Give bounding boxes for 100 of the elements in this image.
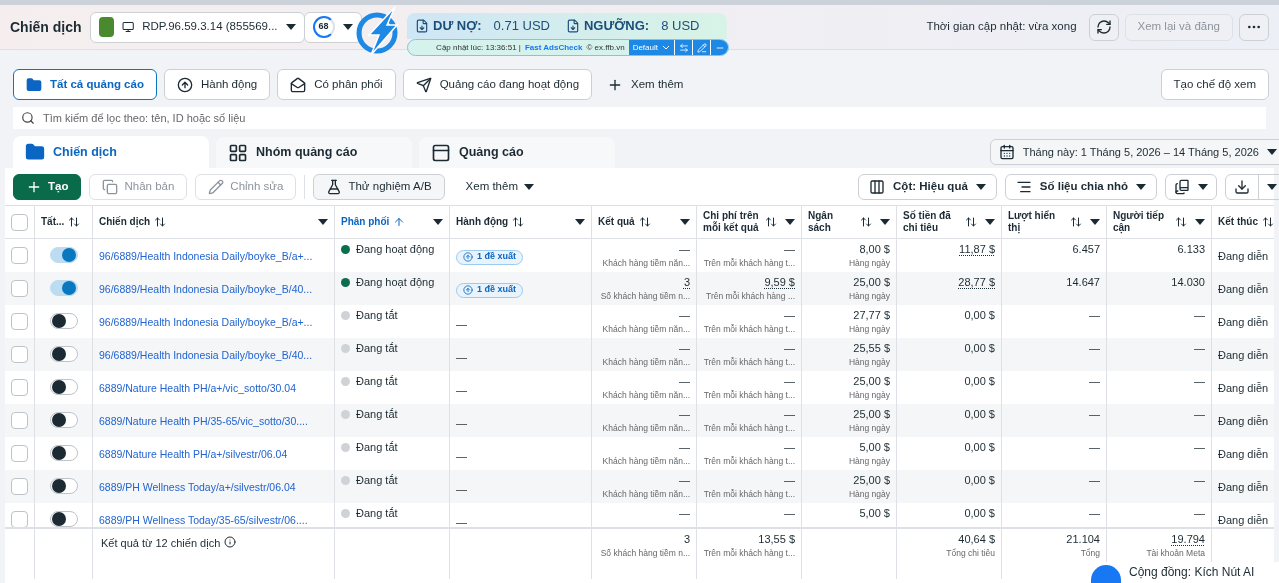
- export-button[interactable]: [1225, 173, 1279, 200]
- total-value[interactable]: 19.794: [1171, 533, 1205, 546]
- table-cell[interactable]: 9,59 $: [764, 276, 795, 289]
- delivery-status: Đang tắt: [356, 474, 398, 487]
- campaign-link[interactable]: 6889/PH Wellness Today/35-65/silvestr/06....: [99, 514, 308, 526]
- cell-caption: Hàng ngày: [848, 291, 890, 302]
- date-range-picker[interactable]: Tháng này: 1 Tháng 5, 2026 – 14 Tháng 5, 2026: [989, 139, 1279, 165]
- table-cell: —: [784, 474, 795, 487]
- cell-caption: Khách hàng tiềm năn...: [602, 390, 690, 401]
- filter-tab[interactable]: Hành động: [163, 69, 271, 100]
- refresh-button[interactable]: [1088, 13, 1119, 41]
- column-header[interactable]: Chi phí trên mỗi kết quả: [703, 210, 761, 234]
- toggle-switch[interactable]: [49, 379, 78, 395]
- column-header[interactable]: Kết quả: [598, 216, 635, 228]
- table-cell: —: [784, 408, 795, 421]
- column-header[interactable]: Hành động: [456, 216, 509, 228]
- campaign-link[interactable]: 6889/PH Wellness Today/a+/silvestr/06.04: [99, 481, 296, 493]
- campaign-link[interactable]: 96/6889/Health Indonesia Daily/boyke_B/a+...: [99, 316, 313, 328]
- search-input[interactable]: Tìm kiếm để lọc theo: tên, ID hoặc số liệu: [43, 109, 1258, 127]
- column-header[interactable]: Người tiếp cận: [1113, 210, 1171, 234]
- table-cell: —: [784, 243, 795, 256]
- edit-button[interactable]: [692, 40, 710, 55]
- toggle-switch[interactable]: [49, 511, 78, 527]
- account-selector[interactable]: RDP.96.59.3.14 (855569...: [89, 11, 305, 43]
- more-button[interactable]: Xem thêm: [452, 173, 547, 200]
- toggle-switch[interactable]: [49, 313, 78, 329]
- column-header[interactable]: Ngân sách: [808, 210, 856, 234]
- toggle-switch[interactable]: [49, 247, 78, 263]
- table-cell: —: [679, 309, 690, 322]
- pencil-icon: [208, 178, 225, 195]
- column-header[interactable]: Chiến dịch: [99, 216, 151, 228]
- row-checkbox[interactable]: [11, 313, 28, 330]
- caret-icon: [785, 218, 795, 226]
- create-button[interactable]: Tạo: [13, 173, 82, 200]
- campaign-link[interactable]: 6889/Nature Health PH/35-65/vic_sotto/30....: [99, 415, 308, 427]
- table-cell[interactable]: 28,77 $: [958, 276, 995, 289]
- filter-more-button[interactable]: Xem thêm: [599, 69, 692, 100]
- toggle-switch[interactable]: [49, 346, 78, 362]
- row-checkbox[interactable]: [11, 247, 28, 264]
- table-cell: —: [679, 408, 690, 421]
- row-checkbox[interactable]: [11, 379, 28, 396]
- column-header[interactable]: Kết thúc: [1218, 216, 1258, 228]
- toggle-switch[interactable]: [49, 445, 78, 461]
- cell-caption: Trên mỗi khách hàng t...: [703, 390, 795, 401]
- campaign-link[interactable]: 6889/Nature Health PH/a+/silvestr/06.04: [99, 448, 288, 460]
- row-checkbox[interactable]: [11, 445, 28, 462]
- campaign-link[interactable]: 6889/Nature Health PH/a+/vic_sotto/30.04: [99, 382, 296, 394]
- minimize-button[interactable]: [710, 40, 728, 55]
- table-cell: Đang diễn: [1218, 349, 1269, 361]
- table-cell: —: [1194, 507, 1205, 520]
- folder-icon: [26, 76, 42, 93]
- column-header[interactable]: Tất...: [41, 216, 65, 228]
- file-icon: [565, 19, 580, 33]
- recommendation-badge[interactable]: 1 đề xuất: [456, 282, 523, 298]
- breakdown-button[interactable]: Số liệu chia nhỏ: [1004, 173, 1157, 200]
- row-checkbox[interactable]: [11, 280, 28, 297]
- level-tab[interactable]: Nhóm quảng cáo: [216, 137, 412, 168]
- row-checkbox[interactable]: [11, 511, 28, 527]
- search-field[interactable]: Tìm kiếm để lọc theo: tên, ID hoặc số liệu: [13, 107, 1266, 129]
- campaign-link[interactable]: 96/6889/Health Indonesia Daily/boyke_B/a+...: [99, 250, 313, 262]
- row-checkbox[interactable]: [11, 478, 28, 495]
- table-cell[interactable]: 11,87 $: [959, 243, 995, 256]
- community-label: Cộng đồng: Kích Nút AI: [1129, 565, 1255, 580]
- filter-tab[interactable]: Có phân phối: [277, 69, 396, 100]
- column-header[interactable]: Phân phối: [341, 216, 390, 228]
- toggle-switch[interactable]: [49, 478, 78, 494]
- create-view-button[interactable]: Tạo chế độ xem: [1160, 69, 1269, 100]
- row-checkbox[interactable]: [11, 412, 28, 429]
- level-tab[interactable]: Chiến dịch: [13, 136, 209, 168]
- arrow-up-circle-icon: [176, 76, 193, 93]
- preset-select[interactable]: Default: [628, 40, 674, 55]
- updated-time: Cập nhật lúc: 13:36:51 |: [436, 41, 521, 54]
- level-tab[interactable]: Quảng cáo: [419, 137, 615, 168]
- table-cell: —: [1089, 309, 1100, 322]
- toggle-switch[interactable]: [49, 412, 78, 428]
- test-button[interactable]: Thử nghiệm A/B: [313, 173, 445, 200]
- table-cell: Đang diễn: [1218, 382, 1269, 394]
- table-cell[interactable]: 3: [683, 276, 690, 289]
- filter-tab[interactable]: Tất cả quảng cáo: [13, 69, 157, 100]
- campaign-link[interactable]: 96/6889/Health Indonesia Daily/boyke_B/40...: [99, 283, 313, 295]
- table-cell: Đang diễn: [1218, 250, 1269, 262]
- table-cell: Đang diễn: [1218, 448, 1269, 460]
- expand-button[interactable]: [674, 40, 692, 55]
- reports-button[interactable]: [1165, 173, 1217, 200]
- columns-button[interactable]: Cột: Hiệu quả: [858, 173, 997, 200]
- table-cell: 0,00 $: [964, 474, 995, 487]
- score-selector[interactable]: 68: [303, 11, 362, 43]
- column-header[interactable]: Lượt hiển thị: [1008, 210, 1066, 234]
- toggle-switch[interactable]: [49, 280, 78, 296]
- cell-caption: Khách hàng tiềm năn...: [602, 423, 690, 434]
- table-cell: —: [1194, 342, 1205, 355]
- brand-link[interactable]: Fast AdsCheck: [524, 41, 583, 54]
- campaign-link[interactable]: 96/6889/Health Indonesia Daily/boyke_B/40...: [99, 349, 313, 361]
- debt-value: 0.71 USD: [493, 17, 550, 36]
- select-all-checkbox[interactable]: [11, 213, 28, 231]
- column-header[interactable]: Số tiền đã chi tiêu: [903, 210, 961, 234]
- filter-tab[interactable]: Quảng cáo đang hoạt động: [402, 69, 593, 100]
- table-cell: —: [456, 417, 467, 429]
- recommendation-badge[interactable]: 1 đề xuất: [456, 249, 523, 265]
- row-checkbox[interactable]: [11, 346, 28, 363]
